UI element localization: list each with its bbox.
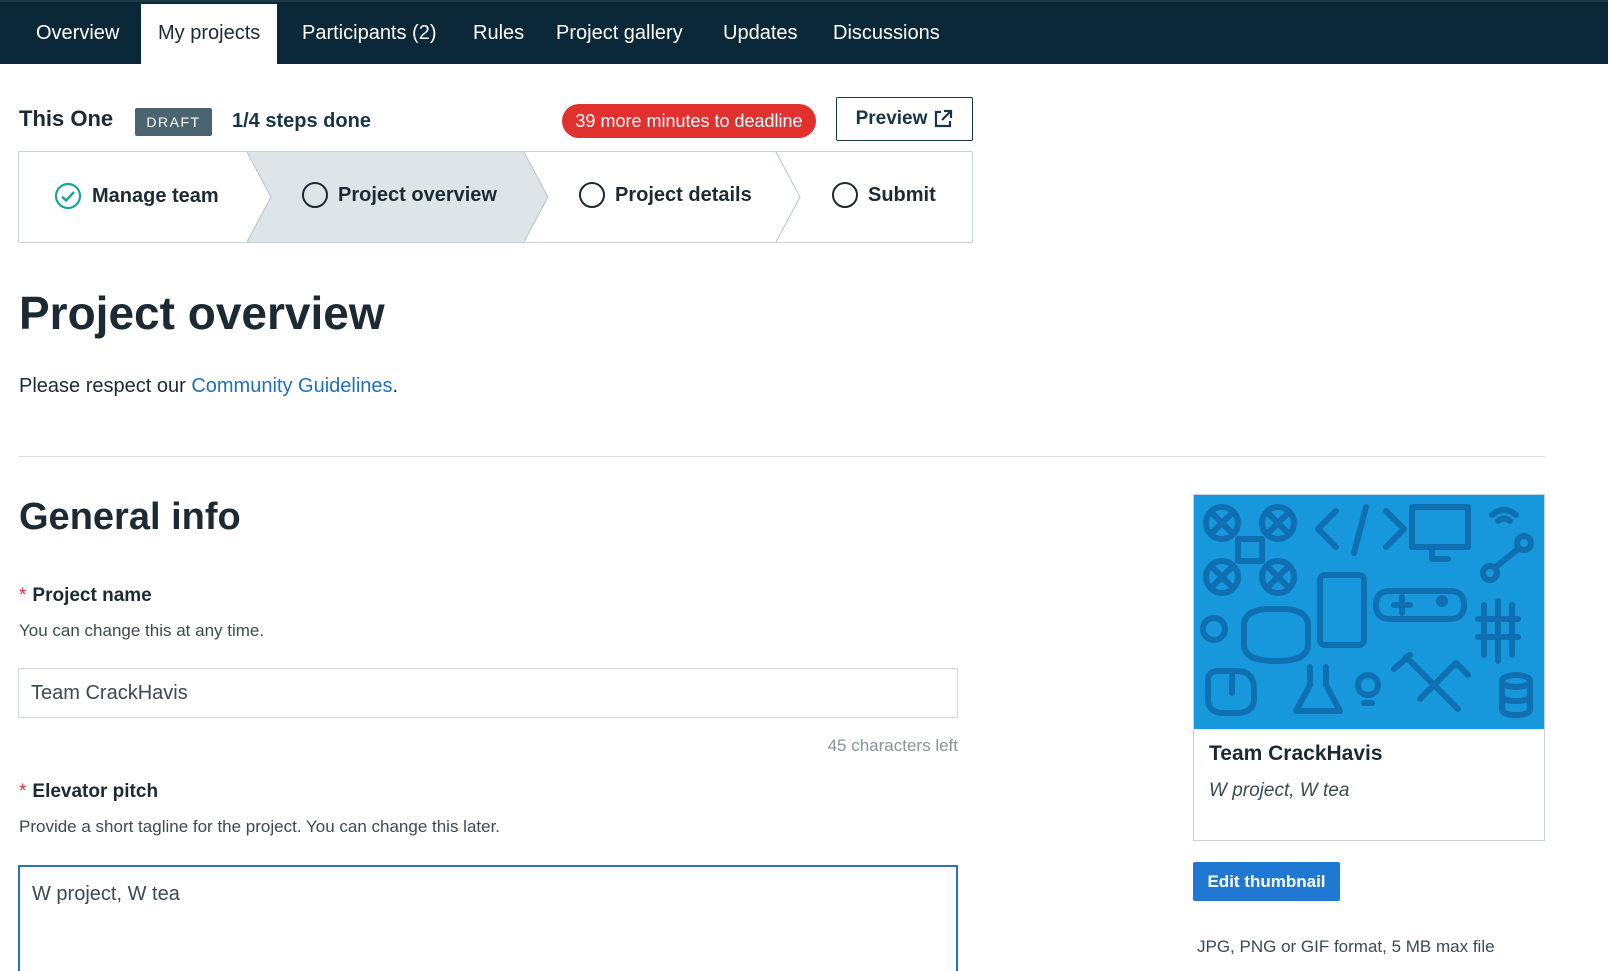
tech-pattern-icon: [1200, 504, 1534, 718]
check-circle-icon: [54, 182, 82, 210]
guidelines-suffix: .: [392, 375, 399, 397]
top-navigation: Overview My projects Participants (2) Ru…: [0, 0, 1608, 66]
tab-overview[interactable]: Overview: [36, 4, 119, 66]
project-name-help: You can change this at any time.: [19, 621, 265, 640]
elevator-pitch-help: Provide a short tagline for the project.…: [19, 817, 501, 836]
thumbnail-project-pitch: W project, W tea: [1209, 780, 1350, 801]
tab-my-projects[interactable]: My projects: [141, 4, 278, 66]
thumbnail-image: [1194, 495, 1544, 729]
step-manage-team[interactable]: Manage team: [54, 182, 219, 210]
label-text: Elevator pitch: [32, 781, 159, 802]
guidelines-note: Please respect our Community Guidelines.: [19, 375, 398, 398]
tab-rules[interactable]: Rules: [473, 4, 524, 66]
project-title: This One: [19, 106, 114, 131]
community-guidelines-link[interactable]: Community Guidelines: [191, 375, 392, 397]
edit-thumbnail-button[interactable]: Edit thumbnail: [1193, 862, 1340, 901]
step-project-overview[interactable]: Project overview: [302, 182, 497, 208]
steps-progress: 1/4 steps done: [232, 110, 371, 132]
elevator-pitch-value: W project, W tea: [32, 883, 180, 905]
general-info-heading: General info: [19, 496, 241, 538]
empty-circle-icon: [579, 182, 605, 208]
tab-project-gallery[interactable]: Project gallery: [556, 4, 683, 66]
empty-circle-icon: [302, 182, 328, 208]
external-link-icon: [935, 109, 953, 128]
thumbnail-preview-card: Team CrackHavis W project, W tea: [1193, 494, 1545, 841]
step-label: Submit: [868, 183, 936, 206]
project-name-input[interactable]: [18, 668, 958, 718]
preview-label: Preview: [855, 108, 928, 129]
tab-updates[interactable]: Updates: [723, 4, 798, 66]
step-submit[interactable]: Submit: [832, 182, 936, 208]
deadline-badge: 39 more minutes to deadline: [562, 104, 816, 138]
step-label: Project details: [615, 183, 752, 206]
guidelines-prefix: Please respect our: [19, 375, 192, 397]
thumbnail-format-note: JPG, PNG or GIF format, 5 MB max file: [1197, 937, 1495, 956]
project-name-label: * Project name: [19, 585, 152, 607]
status-badge: DRAFT: [135, 108, 212, 136]
char-count: 45 characters left: [827, 736, 958, 755]
section-divider: [19, 456, 1545, 457]
required-marker: *: [19, 585, 27, 606]
tab-participants[interactable]: Participants (2): [302, 4, 437, 66]
step-project-details[interactable]: Project details: [579, 182, 752, 208]
tab-discussions[interactable]: Discussions: [833, 4, 940, 66]
progress-stepper: Manage team Project overview Project det…: [18, 151, 973, 243]
label-text: Project name: [32, 585, 152, 606]
required-marker: *: [19, 781, 27, 802]
step-label: Project overview: [338, 183, 497, 206]
page-title: Project overview: [19, 287, 385, 339]
thumbnail-project-name: Team CrackHavis: [1209, 742, 1383, 765]
empty-circle-icon: [832, 182, 858, 208]
step-label: Manage team: [92, 184, 219, 207]
elevator-pitch-input[interactable]: W project, W tea: [18, 865, 958, 971]
elevator-pitch-label: * Elevator pitch: [19, 781, 158, 803]
preview-button[interactable]: Preview: [836, 97, 973, 141]
